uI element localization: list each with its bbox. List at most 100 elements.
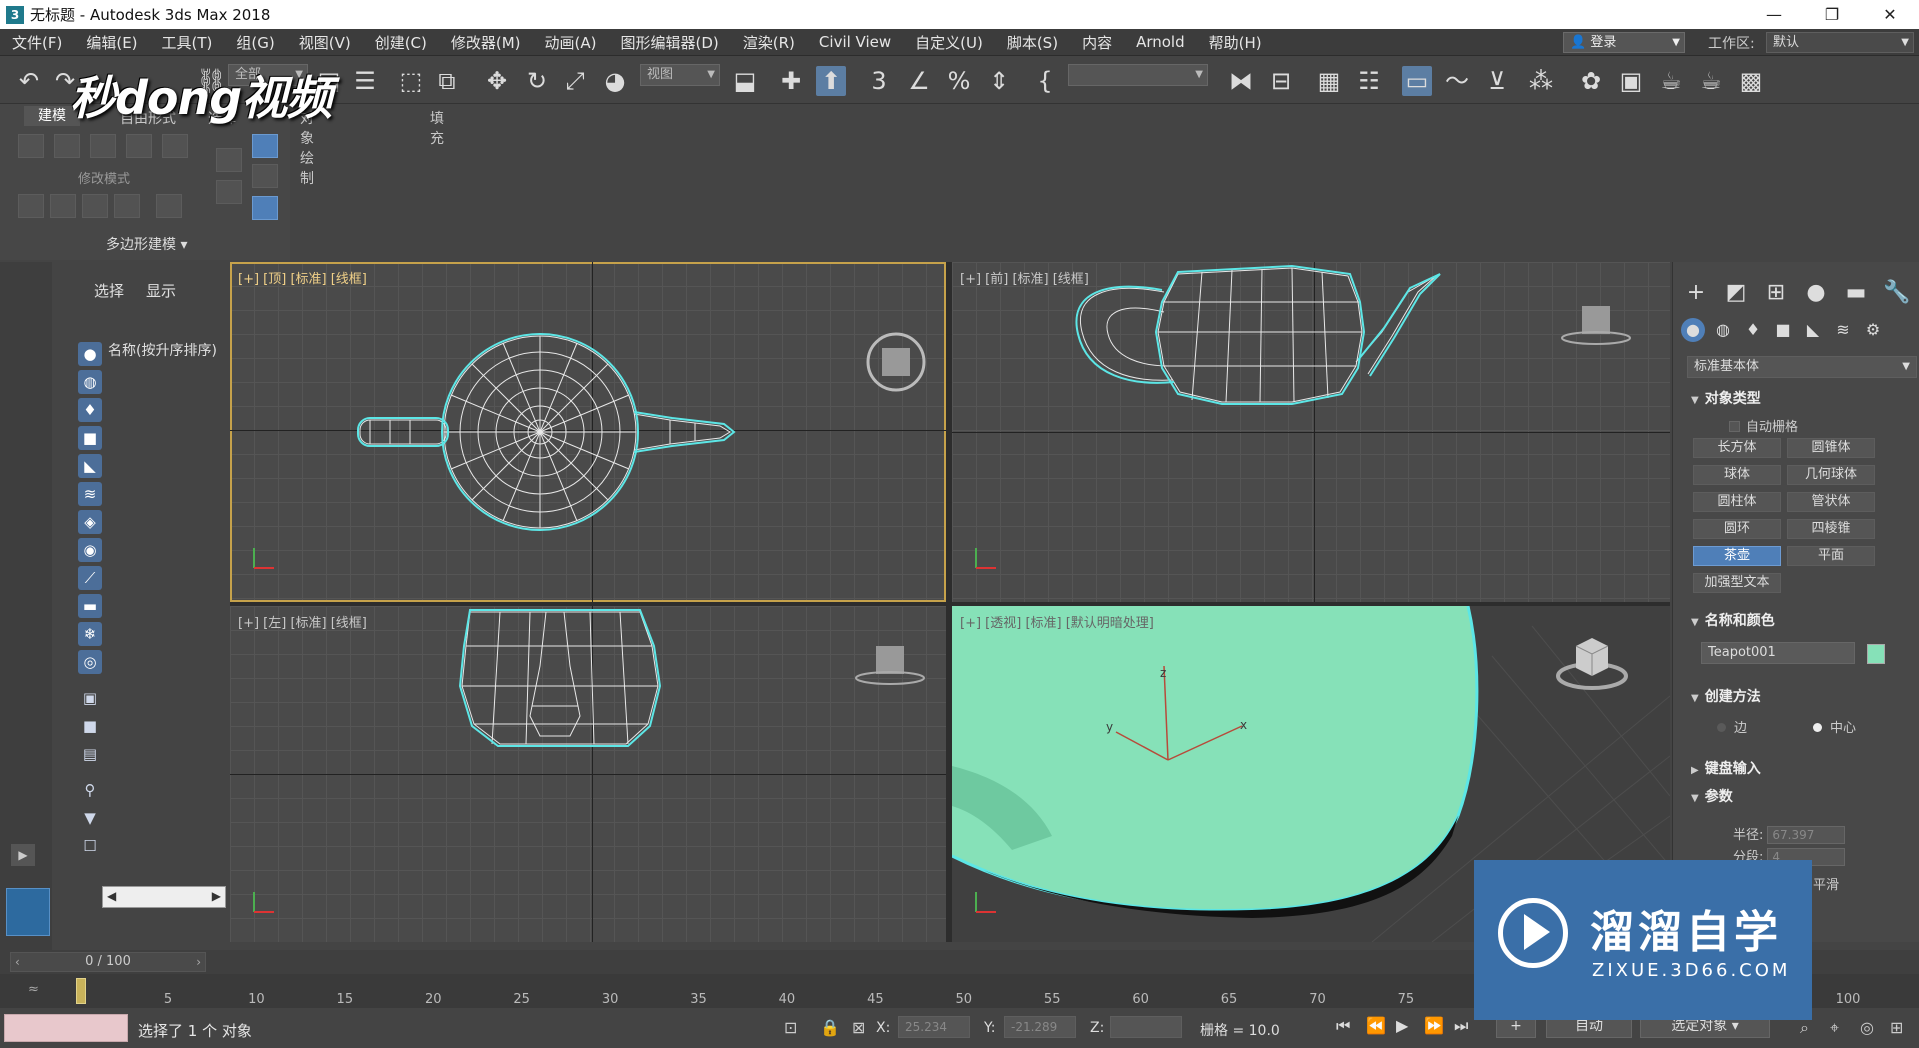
minimize-button[interactable]: — xyxy=(1745,0,1803,29)
render-gallery-icon[interactable]: ▩ xyxy=(1736,66,1766,96)
expand-arrow-icon[interactable]: ▶ xyxy=(11,844,35,866)
lights-category-icon[interactable]: ♦ xyxy=(1741,318,1765,342)
dope-sheet-icon[interactable]: ⊻ xyxy=(1482,66,1512,96)
find-icon[interactable]: ☐ xyxy=(78,834,102,858)
ribbon-tool-button[interactable] xyxy=(50,194,76,218)
play-icon[interactable]: ▶ xyxy=(1396,1016,1408,1035)
name-column-header[interactable]: 名称(按升序排序) xyxy=(108,340,217,360)
menu-create[interactable]: 创建(C) xyxy=(363,32,439,53)
box-button[interactable]: 长方体 xyxy=(1693,438,1781,458)
lock-icon[interactable]: 🔒 xyxy=(820,1018,840,1037)
snap-toggle-icon[interactable]: 3 xyxy=(864,66,894,96)
helpers-category-icon[interactable]: ◣ xyxy=(1801,318,1825,342)
menu-scripting[interactable]: 脚本(S) xyxy=(995,32,1070,53)
go-to-end-icon[interactable]: ⏭ xyxy=(1454,1016,1468,1036)
container-filter-icon[interactable]: ▬ xyxy=(78,594,102,618)
shape-filter-icon[interactable]: ◍ xyxy=(78,370,102,394)
prev-frame-icon[interactable]: ‹ xyxy=(15,953,20,971)
utilities-tab-icon[interactable]: 🔧 xyxy=(1883,280,1910,306)
radio-edge[interactable]: 边 xyxy=(1717,717,1747,736)
close-button[interactable]: ✕ xyxy=(1861,0,1919,29)
edit-named-selection-icon[interactable]: { xyxy=(1030,66,1060,96)
login-dropdown[interactable]: 👤 登录 ▼ xyxy=(1563,32,1685,53)
maximize-button[interactable]: ❐ xyxy=(1803,0,1861,29)
object-color-swatch[interactable] xyxy=(1867,644,1885,664)
maxscript-listener[interactable] xyxy=(4,1014,128,1042)
smooth-checkbox[interactable]: 平滑 xyxy=(1813,874,1839,893)
menu-rendering[interactable]: 渲染(R) xyxy=(731,32,807,53)
menu-graph-editors[interactable]: 图形编辑器(D) xyxy=(609,32,731,53)
create-tab-icon[interactable]: + xyxy=(1683,280,1709,306)
y-coordinate-input[interactable]: -21.289 xyxy=(1004,1016,1076,1038)
previous-key-icon[interactable]: ⏪ xyxy=(1366,1016,1386,1035)
isolate-icon[interactable]: ⊡ xyxy=(784,1018,797,1037)
filter-settings-icon[interactable]: ⚲ xyxy=(78,778,102,802)
object-name-input[interactable]: Teapot001 xyxy=(1701,642,1855,664)
render-production-icon[interactable]: ☕ xyxy=(1696,66,1726,96)
cone-button[interactable]: 圆锥体 xyxy=(1787,438,1875,458)
ribbon-tool-button[interactable] xyxy=(252,164,278,188)
scale-icon[interactable]: ⤢ xyxy=(560,66,590,96)
xref-filter-icon[interactable]: ◉ xyxy=(78,538,102,562)
curve-editor-icon[interactable]: 〜 xyxy=(1442,66,1472,96)
menu-animation[interactable]: 动画(A) xyxy=(533,32,609,53)
select-invert-icon[interactable]: ▤ xyxy=(78,742,102,766)
rollout-keyboard-entry[interactable]: ▶ 键盘输入 xyxy=(1691,758,1761,778)
ribbon-tool-button[interactable] xyxy=(18,194,44,218)
z-coordinate-input[interactable] xyxy=(1110,1016,1182,1038)
rotate-icon[interactable]: ↻ xyxy=(522,66,552,96)
ribbon-tool-button[interactable] xyxy=(162,134,188,158)
menu-group[interactable]: 组(G) xyxy=(224,32,286,53)
percent-snap-icon[interactable]: % xyxy=(944,66,974,96)
scroll-left-icon[interactable]: ◀ xyxy=(107,889,116,903)
next-key-icon[interactable]: ⏩ xyxy=(1424,1016,1444,1035)
select-none-icon[interactable]: ■ xyxy=(78,714,102,738)
ribbon-tool-button[interactable] xyxy=(252,134,278,158)
explorer-horizontal-scrollbar[interactable]: ◀ ▶ xyxy=(102,886,226,908)
maximize-viewport-icon[interactable]: ⊞ xyxy=(1890,1018,1903,1037)
select-by-name-icon[interactable]: ☰ xyxy=(350,66,380,96)
current-frame-marker[interactable] xyxy=(76,978,86,1004)
geometry-category-icon[interactable]: ● xyxy=(1681,318,1705,342)
ribbon-tab-populate[interactable]: 填充 xyxy=(430,108,444,148)
ribbon-tool-button[interactable] xyxy=(18,134,44,158)
named-selection-dropdown[interactable]: ▼ xyxy=(1068,64,1208,86)
menu-customize[interactable]: 自定义(U) xyxy=(903,32,995,53)
material-editor-icon[interactable]: ✿ xyxy=(1576,66,1606,96)
ribbon-tool-button[interactable] xyxy=(156,194,182,218)
ribbon-tool-button[interactable] xyxy=(252,196,278,220)
helper-filter-icon[interactable]: ◣ xyxy=(78,454,102,478)
zoom-icon[interactable]: ⌕ xyxy=(1800,1018,1809,1038)
move-icon[interactable]: ✥ xyxy=(482,66,512,96)
angle-snap-icon[interactable]: ∠ xyxy=(904,66,934,96)
scroll-right-icon[interactable]: ▶ xyxy=(212,889,221,903)
torus-button[interactable]: 圆环 xyxy=(1693,519,1781,539)
systems-category-icon[interactable]: ⚙ xyxy=(1861,318,1885,342)
filter-icon[interactable]: ▼ xyxy=(78,806,102,830)
ribbon-tool-button[interactable] xyxy=(54,134,80,158)
shapes-category-icon[interactable]: ◍ xyxy=(1711,318,1735,342)
auto-grid-checkbox[interactable]: 自动栅格 xyxy=(1729,416,1798,435)
camera-filter-icon[interactable]: ■ xyxy=(78,426,102,450)
light-filter-icon[interactable]: ♦ xyxy=(78,398,102,422)
explorer-tab-display[interactable]: 显示 xyxy=(146,280,176,301)
viewport-top[interactable]: [+] [顶] [标准] [线框] xyxy=(230,262,946,602)
menu-civil-view[interactable]: Civil View xyxy=(807,33,903,51)
reference-coord-dropdown[interactable]: 视图 ▼ xyxy=(640,64,720,86)
plane-button[interactable]: 平面 xyxy=(1787,546,1875,566)
window-crossing-icon[interactable]: ⧉ xyxy=(432,66,462,96)
rollout-creation-method[interactable]: ▼ 创建方法 xyxy=(1691,686,1761,706)
ribbon-tool-button[interactable] xyxy=(126,134,152,158)
bone-filter-icon[interactable]: ⟋ xyxy=(78,566,102,590)
undo-icon[interactable]: ↶ xyxy=(14,66,44,96)
rendered-frame-icon[interactable]: ☕ xyxy=(1656,66,1686,96)
particle-filter-icon[interactable]: ❄ xyxy=(78,622,102,646)
layer-explorer-icon[interactable]: ☷ xyxy=(1354,66,1384,96)
render-setup-icon[interactable]: ▣ xyxy=(1616,66,1646,96)
ribbon-tool-button[interactable] xyxy=(114,194,140,218)
select-all-icon[interactable]: ▣ xyxy=(78,686,102,710)
motion-tab-icon[interactable]: ● xyxy=(1803,280,1829,306)
viewport-layout-button[interactable] xyxy=(6,888,50,936)
schematic-view-icon[interactable]: ⁂ xyxy=(1526,66,1556,96)
ribbon-tool-button[interactable] xyxy=(82,194,108,218)
